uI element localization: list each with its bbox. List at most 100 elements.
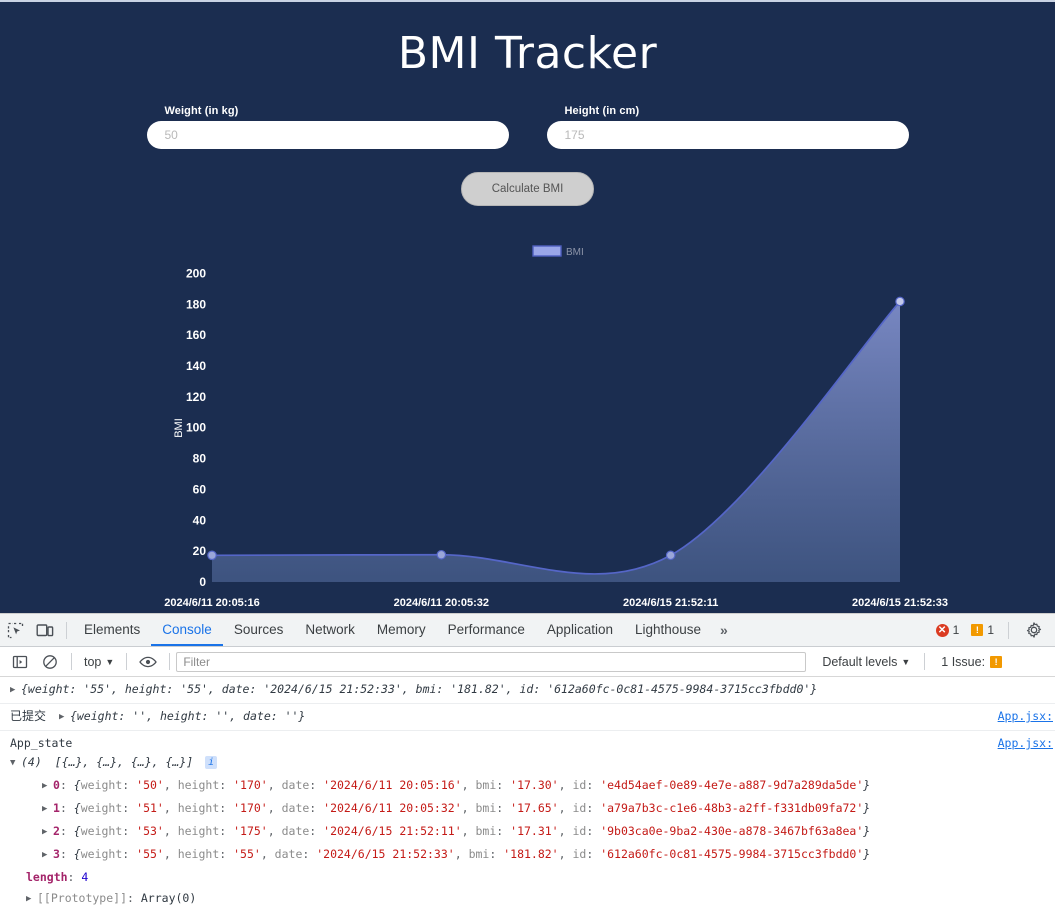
chevron-down-icon: ▼ [105, 656, 115, 667]
array-item-row[interactable]: ▶ 1: {weight: '51', height: '170', date: … [0, 799, 1055, 822]
key-id: id [572, 824, 587, 838]
array-item-index: 0 [53, 778, 60, 792]
key-id: id [572, 847, 587, 861]
expand-arrow-icon-2[interactable]: ▶ [59, 708, 70, 726]
console-row-submitted[interactable]: 已提交 ▶ {weight: '', height: '', date: ''} … [0, 704, 1055, 731]
warning-icon: ! [971, 624, 984, 636]
tab-console[interactable]: Console [151, 614, 223, 646]
key-height: height [177, 847, 220, 861]
legend-label: BMI [566, 247, 584, 258]
key-date: date [281, 824, 310, 838]
chart-data-point[interactable] [895, 296, 905, 307]
key-date: date [274, 847, 303, 861]
tab-performance[interactable]: Performance [437, 614, 536, 646]
array-item-index: 1 [53, 801, 60, 815]
tab-elements[interactable]: Elements [73, 614, 151, 646]
expand-arrow-icon-item[interactable]: ▶ [42, 846, 53, 864]
array-info-icon[interactable]: i [205, 756, 218, 769]
y-axis-tick: 160 [186, 328, 206, 342]
key-id: id [572, 801, 587, 815]
expand-arrow-icon-item[interactable]: ▶ [42, 777, 53, 795]
value-date: '2024/6/15 21:52:11' [323, 824, 462, 838]
expand-arrow-icon-item[interactable]: ▶ [42, 823, 53, 841]
tab-sources[interactable]: Sources [223, 614, 295, 646]
array-prototype-value: Array(0) [140, 891, 197, 905]
log-levels-selector[interactable]: Default levels ▼ [814, 655, 918, 669]
warning-count-badge[interactable]: ! 1 [967, 623, 998, 637]
weight-label: Weight (in kg) [164, 105, 239, 117]
array-prototype-row[interactable]: ▶ [[Prototype]]: Array(0) [0, 889, 1055, 906]
expand-arrow-icon-proto[interactable]: ▶ [26, 890, 37, 906]
tab-memory[interactable]: Memory [366, 614, 437, 646]
log-levels-value: Default levels [822, 654, 898, 669]
console-sidebar-toggle-icon[interactable] [5, 649, 35, 675]
value-weight: '53' [136, 824, 164, 838]
console-toolbar-divider-4 [924, 653, 926, 670]
issues-bar[interactable]: 1 Issue: ! [931, 655, 1003, 669]
expand-arrow-icon-item[interactable]: ▶ [42, 800, 53, 818]
key-height: height [177, 778, 220, 792]
console-row-object-preview[interactable]: ▶ {weight: '55', height: '55', date: '202… [0, 677, 1055, 704]
array-item-list: ▶ 0: {weight: '50', height: '170', date: … [0, 776, 1055, 868]
console-messages: ▶ {weight: '55', height: '55', date: '202… [0, 677, 1055, 906]
y-axis-tick: 0 [199, 575, 206, 589]
y-axis-title: BMI [173, 418, 185, 438]
chart-data-point[interactable] [207, 550, 217, 561]
chart-data-point[interactable] [436, 549, 447, 560]
console-object-text: {weight: '55', height: '55', date: '2024… [21, 682, 818, 696]
inspect-element-icon[interactable] [0, 617, 30, 643]
app-viewport: BMI Tracker Weight (in kg) Height (in cm… [0, 0, 1055, 613]
tab-application[interactable]: Application [536, 614, 624, 646]
key-bmi: bmi [475, 824, 497, 838]
calculate-bmi-button[interactable]: Calculate BMI [461, 172, 594, 206]
value-id: 'a79a7b3c-c1e6-48b3-a2ff-f331db09fa72' [600, 801, 864, 815]
key-height: height [177, 801, 220, 815]
more-tabs-icon[interactable]: » [712, 622, 736, 638]
key-bmi: bmi [475, 778, 497, 792]
device-toolbar-icon[interactable] [30, 617, 60, 643]
live-expression-eye-icon[interactable] [133, 649, 163, 675]
key-height: height [177, 824, 220, 838]
value-bmi: '17.31' [510, 824, 559, 838]
height-input[interactable] [546, 121, 909, 149]
array-item-row[interactable]: ▶ 2: {weight: '53', height: '175', date: … [0, 822, 1055, 845]
error-count-badge[interactable]: ✕ 1 [932, 623, 964, 637]
chevron-down-icon-2: ▼ [901, 656, 911, 667]
source-link-appjsx-2[interactable]: App.jsx: [998, 734, 1053, 752]
array-item-row[interactable]: ▶ 3: {weight: '55', height: '55', date: '… [0, 845, 1055, 868]
y-axis-tick: 60 [193, 482, 207, 496]
console-toolbar: top ▼ Default levels ▼ 1 Issue: ! [0, 647, 1055, 677]
bmi-chart-svg: 0 20 40 60 80 100 120 140 160 180 200 BMI 2024/6/11 … [164, 245, 948, 609]
array-preview-text: [{…}, {…}, {…}, {…}] [54, 755, 194, 769]
key-weight: weight [80, 847, 123, 861]
tab-network[interactable]: Network [294, 614, 366, 646]
expand-arrow-icon[interactable]: ▶ [10, 681, 21, 699]
array-item-row[interactable]: ▶ 0: {weight: '50', height: '170', date: … [0, 776, 1055, 799]
value-weight: '55' [136, 847, 164, 861]
console-filter-input[interactable] [176, 651, 807, 672]
execution-context-selector[interactable]: top ▼ [78, 655, 120, 669]
error-icon: ✕ [935, 623, 949, 637]
tab-lighthouse[interactable]: Lighthouse [624, 614, 712, 646]
y-axis-tick: 100 [186, 421, 206, 435]
chart-data-point[interactable] [665, 550, 676, 561]
gear-icon[interactable] [1019, 617, 1049, 643]
devtools-panel: Elements Console Sources Network Memory … [0, 613, 1055, 906]
value-bmi: '181.82' [503, 847, 559, 861]
value-id: '9b03ca0e-9ba2-430e-a878-3467bf63a8ea' [600, 824, 864, 838]
console-row-array-summary[interactable]: ▼ (4) [{…}, {…}, {…}, {…}] i [0, 752, 1055, 776]
execution-context-value: top [84, 654, 102, 669]
legend-swatch [532, 245, 562, 257]
value-height: '55' [233, 847, 261, 861]
value-id: '612a60fc-0c81-4575-9984-3715cc3fbdd0' [600, 847, 864, 861]
collapse-arrow-icon[interactable]: ▼ [10, 754, 21, 772]
clear-console-icon[interactable] [35, 649, 65, 675]
key-date: date [281, 801, 310, 815]
array-length-key: length [26, 870, 68, 884]
console-appstate-text: App_state [10, 736, 73, 750]
weight-input[interactable] [146, 121, 509, 149]
source-link-appjsx-1[interactable]: App.jsx: [998, 707, 1053, 725]
chart-legend[interactable]: BMI [532, 245, 584, 258]
y-axis-tick: 40 [193, 513, 207, 527]
devtools-tabbar: Elements Console Sources Network Memory … [0, 614, 1055, 647]
